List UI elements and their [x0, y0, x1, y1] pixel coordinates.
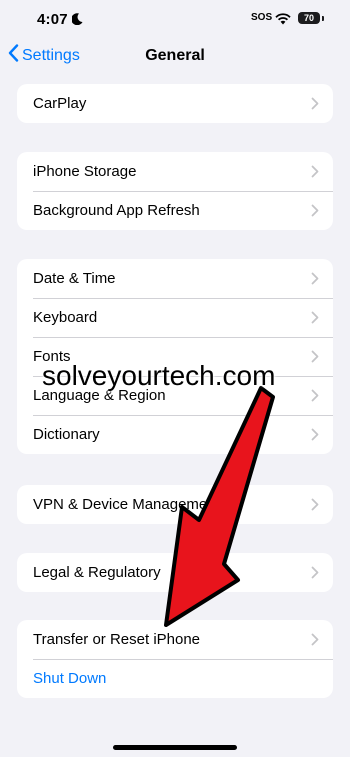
home-indicator — [113, 745, 237, 750]
watermark-text: solveyourtech.com — [42, 360, 276, 391]
